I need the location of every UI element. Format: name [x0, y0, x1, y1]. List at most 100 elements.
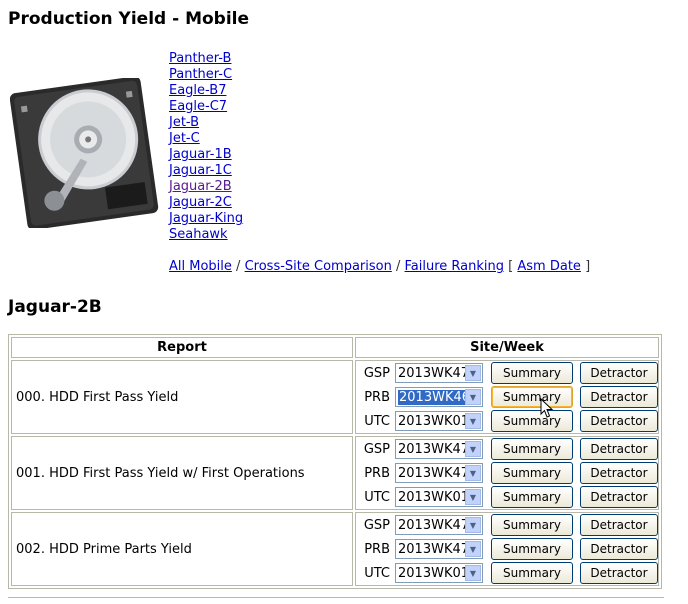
detractor-button[interactable]: Detractor: [580, 462, 658, 484]
report-row: 001. HDD First Pass Yield w/ First Opera…: [11, 436, 659, 510]
site-code: UTC: [364, 565, 390, 581]
week-select[interactable]: 2013WK46 ▼: [395, 387, 483, 407]
site-code: GSP: [363, 441, 390, 457]
bracket-close: ]: [585, 259, 591, 274]
site-row-gsp: GSP 2013WK47 ▼ Summary Detractor: [356, 437, 658, 461]
report-links: All Mobile / Cross-Site Comparison / Fai…: [169, 259, 590, 275]
section-title: Jaguar-2B: [8, 297, 102, 317]
site-row-prb: PRB 2013WK47 ▼ Summary Detractor: [356, 537, 658, 561]
bracket-open: [: [508, 259, 514, 274]
product-link-jaguar-king[interactable]: Jaguar-King: [169, 211, 243, 227]
product-link-panther-b[interactable]: Panther-B: [169, 51, 243, 67]
chevron-down-icon[interactable]: ▼: [465, 517, 481, 533]
summary-button[interactable]: Summary: [491, 462, 573, 484]
report-name: 001. HDD First Pass Yield w/ First Opera…: [11, 436, 353, 510]
site-code: UTC: [364, 413, 390, 429]
summary-button[interactable]: Summary: [491, 538, 573, 560]
summary-button[interactable]: Summary: [491, 514, 573, 536]
week-select[interactable]: 2013WK47 ▼: [395, 439, 483, 459]
site-row-prb: PRB 2013WK46 ▼ Summary Detractor: [356, 385, 658, 409]
site-code: PRB: [364, 389, 390, 405]
week-select-value: 2013WK46: [398, 389, 465, 405]
site-row-utc: UTC 2013WK01 ▼ Summary Detractor: [356, 485, 658, 509]
site-row-gsp: GSP 2013WK47 ▼ Summary Detractor: [356, 361, 658, 385]
mouse-pointer-icon: [540, 398, 554, 418]
summary-button[interactable]: Summary: [491, 410, 573, 432]
product-link-jaguar-1b[interactable]: Jaguar-1B: [169, 147, 243, 163]
site-row-prb: PRB 2013WK47 ▼ Summary Detractor: [356, 461, 658, 485]
detractor-button[interactable]: Detractor: [580, 562, 658, 584]
week-select[interactable]: 2013WK01 ▼: [395, 487, 483, 507]
report-name: 000. HDD First Pass Yield: [11, 360, 353, 434]
site-code: GSP: [363, 365, 390, 381]
week-select[interactable]: 2013WK47 ▼: [395, 515, 483, 535]
product-link-jet-c[interactable]: Jet-C: [169, 131, 243, 147]
week-select-value: 2013WK47: [398, 517, 465, 533]
site-week-cell: GSP 2013WK47 ▼ Summary Detractor PRB 201…: [355, 436, 659, 510]
detractor-button[interactable]: Detractor: [580, 438, 658, 460]
chevron-down-icon[interactable]: ▼: [465, 413, 481, 429]
detractor-button[interactable]: Detractor: [580, 386, 658, 408]
report-table: Report Site/Week 000. HDD First Pass Yie…: [8, 334, 662, 589]
week-select[interactable]: 2013WK47 ▼: [395, 363, 483, 383]
report-name: 002. HDD Prime Parts Yield: [11, 512, 353, 586]
detractor-button[interactable]: Detractor: [580, 362, 658, 384]
product-link-jaguar-1c[interactable]: Jaguar-1C: [169, 163, 243, 179]
chevron-down-icon[interactable]: ▼: [465, 389, 481, 405]
site-row-utc: UTC 2013WK01 ▼ Summary Detractor: [356, 409, 658, 433]
week-select[interactable]: 2013WK47 ▼: [395, 463, 483, 483]
week-select-value: 2013WK01: [398, 489, 465, 505]
page-title: Production Yield - Mobile: [8, 9, 250, 29]
summary-button[interactable]: Summary: [491, 486, 573, 508]
site-code: PRB: [364, 465, 390, 481]
summary-button[interactable]: Summary: [491, 362, 573, 384]
detractor-button[interactable]: Detractor: [580, 514, 658, 536]
week-select-value: 2013WK01: [398, 413, 465, 429]
site-week-cell: GSP 2013WK47 ▼ Summary Detractor PRB 201…: [355, 360, 659, 434]
product-link-seahawk[interactable]: Seahawk: [169, 227, 243, 243]
product-link-eagle-b7[interactable]: Eagle-B7: [169, 83, 243, 99]
product-link-eagle-c7[interactable]: Eagle-C7: [169, 99, 243, 115]
report-row: 002. HDD Prime Parts Yield GSP 2013WK47 …: [11, 512, 659, 586]
report-row: 000. HDD First Pass Yield GSP 2013WK47 ▼…: [11, 360, 659, 434]
site-code: PRB: [364, 541, 390, 557]
week-select-value: 2013WK47: [398, 441, 465, 457]
week-select-value: 2013WK47: [398, 365, 465, 381]
hard-drive-image: [9, 76, 160, 230]
site-row-utc: UTC 2013WK01 ▼ Summary Detractor: [356, 561, 658, 585]
product-link-jaguar-2c[interactable]: Jaguar-2C: [169, 195, 243, 211]
product-nav: Panther-B Panther-C Eagle-B7 Eagle-C7 Je…: [169, 51, 243, 243]
summary-button[interactable]: Summary: [491, 438, 573, 460]
detractor-button[interactable]: Detractor: [580, 410, 658, 432]
week-select-value: 2013WK01: [398, 565, 465, 581]
site-code: GSP: [363, 517, 390, 533]
detractor-button[interactable]: Detractor: [580, 538, 658, 560]
link-separator: /: [236, 259, 241, 274]
product-link-panther-c[interactable]: Panther-C: [169, 67, 243, 83]
week-select[interactable]: 2013WK01 ▼: [395, 411, 483, 431]
site-week-cell: GSP 2013WK47 ▼ Summary Detractor PRB 201…: [355, 512, 659, 586]
summary-button[interactable]: Summary: [491, 386, 573, 408]
all-mobile-link[interactable]: All Mobile: [169, 259, 232, 274]
product-link-jet-b[interactable]: Jet-B: [169, 115, 243, 131]
detractor-button[interactable]: Detractor: [580, 486, 658, 508]
chevron-down-icon[interactable]: ▼: [465, 541, 481, 557]
chevron-down-icon[interactable]: ▼: [465, 441, 481, 457]
product-link-jaguar-2b[interactable]: Jaguar-2B: [169, 179, 243, 195]
week-select-value: 2013WK47: [398, 541, 465, 557]
header-report: Report: [11, 337, 353, 358]
cross-site-comparison-link[interactable]: Cross-Site Comparison: [245, 259, 392, 274]
chevron-down-icon[interactable]: ▼: [465, 489, 481, 505]
summary-button[interactable]: Summary: [491, 562, 573, 584]
chevron-down-icon[interactable]: ▼: [465, 565, 481, 581]
week-select[interactable]: 2013WK01 ▼: [395, 563, 483, 583]
week-select[interactable]: 2013WK47 ▼: [395, 539, 483, 559]
table-continuation: [8, 597, 664, 604]
site-row-gsp: GSP 2013WK47 ▼ Summary Detractor: [356, 513, 658, 537]
chevron-down-icon[interactable]: ▼: [465, 365, 481, 381]
asm-date-link[interactable]: Asm Date: [517, 259, 581, 274]
failure-ranking-link[interactable]: Failure Ranking: [405, 259, 505, 274]
chevron-down-icon[interactable]: ▼: [465, 465, 481, 481]
header-site-week: Site/Week: [355, 337, 659, 358]
link-separator: /: [395, 259, 401, 274]
